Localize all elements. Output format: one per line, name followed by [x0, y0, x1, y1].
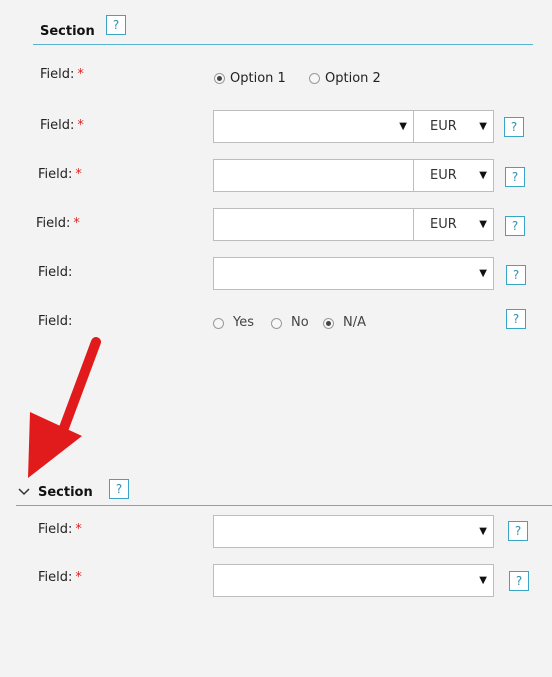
- field-label: Field:: [38, 314, 73, 329]
- required-marker: *: [77, 67, 84, 82]
- radio-na-label: N/A: [343, 315, 366, 330]
- help-button[interactable]: ?: [505, 216, 525, 236]
- select-field[interactable]: ▼: [213, 515, 494, 548]
- red-arrow-annotation: [28, 337, 101, 478]
- chevron-down-icon: ▼: [479, 170, 487, 181]
- radio-option2[interactable]: [309, 73, 320, 84]
- radio-option2-label: Option 2: [325, 71, 381, 86]
- radio-na[interactable]: [323, 318, 334, 329]
- section2-title: Section: [38, 485, 93, 500]
- required-marker: *: [75, 167, 82, 182]
- required-marker: *: [73, 216, 80, 231]
- help-button[interactable]: ?: [506, 309, 526, 329]
- chevron-down-icon: ▼: [479, 121, 487, 132]
- required-marker: *: [75, 522, 82, 537]
- radio-yes-label: Yes: [233, 315, 254, 330]
- currency-value: EUR: [430, 217, 457, 232]
- text-input[interactable]: [213, 159, 414, 192]
- field-label: Field: *: [38, 522, 82, 537]
- section1-divider: [33, 44, 533, 45]
- chevron-down-icon: ▼: [399, 121, 407, 132]
- field-label: Field: *: [36, 216, 80, 231]
- radio-no[interactable]: [271, 318, 282, 329]
- help-button[interactable]: ?: [506, 265, 526, 285]
- required-marker: *: [75, 570, 82, 585]
- section2-divider: [16, 505, 552, 506]
- chevron-down-icon: ▼: [479, 219, 487, 230]
- radio-option1-label: Option 1: [230, 71, 286, 86]
- text-input[interactable]: [213, 208, 414, 241]
- section2-help-button[interactable]: ?: [109, 479, 129, 499]
- chevron-down-icon: ▼: [479, 268, 487, 279]
- field-label: Field: *: [40, 67, 84, 82]
- chevron-down-icon: ▼: [479, 526, 487, 537]
- help-button[interactable]: ?: [509, 571, 529, 591]
- currency-value: EUR: [430, 119, 457, 134]
- required-marker: *: [77, 118, 84, 133]
- field-label: Field: *: [38, 167, 82, 182]
- help-button[interactable]: ?: [504, 117, 524, 137]
- radio-yes[interactable]: [213, 318, 224, 329]
- chevron-down-icon[interactable]: [18, 488, 30, 496]
- help-button[interactable]: ?: [505, 167, 525, 187]
- currency-select[interactable]: EUR ▼: [413, 110, 494, 143]
- field-label: Field: *: [40, 118, 84, 133]
- help-button[interactable]: ?: [508, 521, 528, 541]
- select-field[interactable]: ▼: [213, 257, 494, 290]
- currency-value: EUR: [430, 168, 457, 183]
- chevron-down-icon: ▼: [479, 575, 487, 586]
- currency-select[interactable]: EUR ▼: [413, 159, 494, 192]
- radio-no-label: No: [291, 315, 309, 330]
- section1-help-button[interactable]: ?: [106, 15, 126, 35]
- section1-title: Section: [40, 24, 95, 39]
- currency-select[interactable]: EUR ▼: [413, 208, 494, 241]
- radio-option1[interactable]: [214, 73, 225, 84]
- field-label: Field:: [38, 265, 73, 280]
- select-field[interactable]: ▼: [213, 110, 414, 143]
- select-field[interactable]: ▼: [213, 564, 494, 597]
- field-label: Field: *: [38, 570, 82, 585]
